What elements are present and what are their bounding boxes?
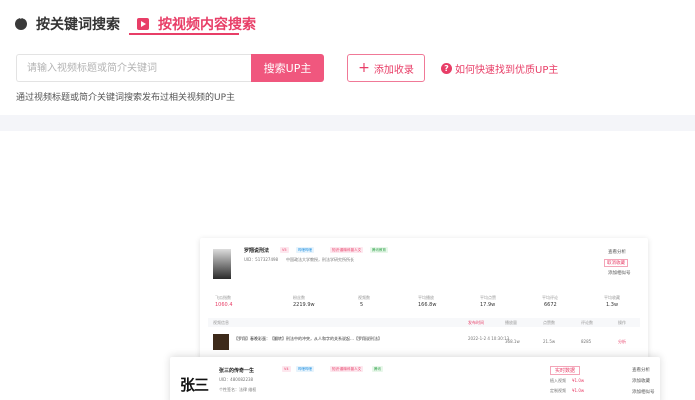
stat-label: 平均点赞	[480, 295, 496, 300]
play-icon	[137, 18, 149, 30]
up-name: 罗翔说刑法	[244, 248, 270, 254]
list-header-cell: 评论数	[581, 320, 593, 325]
video-plays: 368.1w	[505, 339, 520, 344]
platform-badge: 哔哩哔哩	[296, 366, 314, 372]
stat-value: 1.3w	[606, 302, 619, 308]
custom-label: 定制视频	[550, 388, 566, 393]
search-up-button[interactable]: 搜索UP主	[251, 54, 324, 82]
up-uid: UID：480082238	[219, 377, 254, 382]
list-header-cell: 发布时间	[468, 320, 484, 325]
search-hint-text: 通过视频标题或简介关键词搜索发布过相关视频的UP主	[16, 93, 236, 103]
stat-value: 1060.4	[215, 302, 233, 308]
active-tab-indicator	[129, 33, 239, 35]
extra-badge: 腾讯教育	[370, 247, 388, 253]
stat-value: 5	[360, 302, 364, 308]
stat-label: 视频数	[358, 295, 370, 300]
add-similar-link: 添加相似号	[608, 271, 631, 276]
level-badge: V4	[282, 366, 291, 372]
video-date: 2022-1-2 4 10:30:13	[468, 336, 510, 341]
tab-video-content-search[interactable]: 按视频内容搜索	[137, 13, 256, 35]
video-analyze-link: 分析	[618, 339, 626, 344]
preview-result-card-2: 张三 张三的传奇一生 UID：480082238 个性签名：法律 维权 V4 哔…	[170, 357, 660, 400]
extra-badge: 腾讯	[372, 366, 383, 372]
video-thumbnail	[213, 334, 229, 350]
realtime-data-button: 实时数据	[550, 366, 581, 375]
income-label: 植入视频	[550, 378, 566, 383]
income-value: ¥1.0w	[572, 378, 585, 383]
up-uid: UID：517327498	[244, 257, 279, 262]
add-collect-link: 添加收藏	[632, 379, 650, 384]
stat-value: 2219.9w	[293, 302, 315, 308]
add-collection-button[interactable]: + 添加收录	[347, 54, 425, 82]
category-badge: 知识·趣味科普人文	[330, 247, 364, 253]
up-name: 张三的传奇一生	[219, 368, 255, 374]
cancel-collect-link: 取消收藏	[604, 259, 628, 267]
list-header-cell: 播放量	[505, 320, 517, 325]
custom-value: ¥1.0w	[572, 388, 585, 393]
tab-keyword-search[interactable]: 按关键词搜索	[15, 13, 120, 35]
stat-label: 飞瓜指数	[215, 295, 231, 300]
section-divider	[0, 115, 695, 131]
stat-label: 平均收藏	[604, 295, 620, 300]
list-header-cell: 视频信息	[213, 320, 229, 325]
avatar	[213, 249, 231, 279]
question-icon: ?	[441, 62, 452, 74]
stat-value: 6672	[544, 302, 557, 308]
view-analysis-link: 查看分析	[632, 368, 650, 373]
video-likes: 21.5w	[543, 339, 556, 344]
add-similar-link: 添加相似号	[632, 390, 655, 395]
stat-label: 粉丝数	[293, 295, 305, 300]
help-link-label: 如何快速找到优质UP主	[455, 64, 559, 76]
search-input[interactable]	[16, 54, 251, 82]
up-desc: 个性签名：法律 维权	[219, 387, 257, 392]
stat-label: 平均评论	[542, 295, 558, 300]
avatar: 张三	[179, 375, 209, 394]
stat-label: 平均播放	[418, 295, 434, 300]
video-title: 【罗翔】春晚彩蛋：【翻转】刑法中的冲突，从人和字的关系说起…【罗翔说刑法】	[234, 336, 382, 341]
tab-video-content-search-label: 按视频内容搜索	[158, 17, 256, 33]
plus-icon: +	[358, 60, 370, 76]
video-comments: 8285	[581, 339, 592, 344]
preview-result-card: 罗翔说刑法 V5 哔哩哔哩 知识·趣味科普人文 腾讯教育 UID：5173274…	[200, 238, 648, 360]
view-analysis-link: 查看分析	[608, 250, 626, 255]
add-collection-label: 添加收录	[373, 64, 414, 76]
platform-badge: 哔哩哔哩	[296, 247, 314, 253]
level-badge: V5	[280, 247, 289, 253]
category-badge: 知识·趣味科普人文	[330, 366, 364, 372]
tab-keyword-search-label: 按关键词搜索	[36, 17, 120, 33]
stat-value: 17.9w	[480, 302, 496, 308]
up-desc: 中国政法大学教授，刑法学研究所所长	[286, 257, 354, 262]
help-link[interactable]: ? 如何快速找到优质UP主	[441, 61, 558, 76]
video-list-header	[208, 318, 640, 327]
list-header-cell: 点赞数	[543, 320, 555, 325]
stat-value: 166.8w	[418, 302, 437, 308]
list-header-cell: 操作	[618, 320, 626, 325]
search-mode-tabs: 按关键词搜索 按视频内容搜索	[15, 13, 256, 35]
chat-bubble-icon	[15, 15, 27, 30]
search-bar: 搜索UP主 + 添加收录 ? 如何快速找到优质UP主	[16, 54, 558, 82]
